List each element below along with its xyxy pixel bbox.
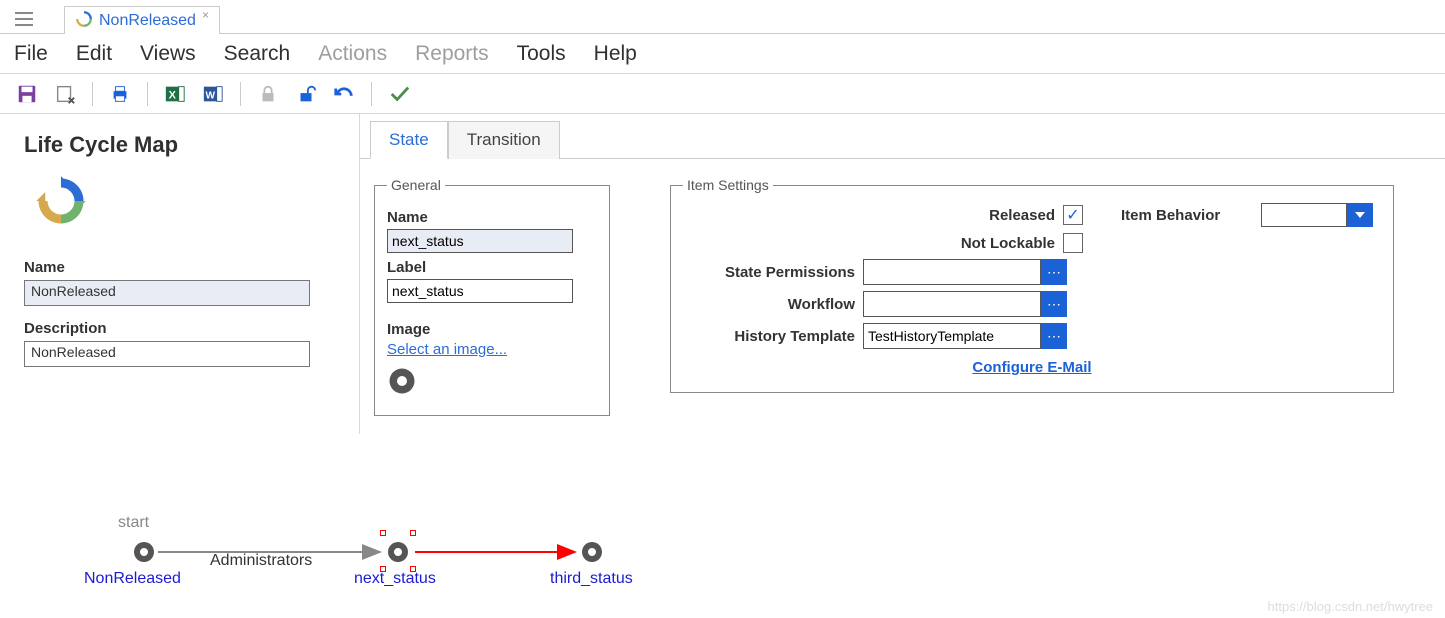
- menu-views[interactable]: Views: [140, 42, 196, 66]
- description-label: Description: [24, 320, 335, 337]
- menu-toggle-icon[interactable]: [8, 5, 40, 33]
- save-icon[interactable]: [14, 81, 40, 107]
- page-title: Life Cycle Map: [24, 132, 335, 158]
- state-label-label: Label: [387, 259, 597, 276]
- tab-title: NonReleased: [99, 12, 196, 30]
- left-panel: Life Cycle Map Name NonReleased Descript…: [0, 114, 360, 434]
- document-tab[interactable]: NonReleased ×: [64, 6, 220, 34]
- edge-label: Administrators: [210, 552, 312, 570]
- node-nonreleased-label: NonReleased: [84, 570, 181, 588]
- history-template-input[interactable]: [863, 323, 1041, 349]
- workflow-lookup-button[interactable]: ⋯: [1041, 291, 1067, 317]
- item-behavior-label: Item Behavior: [1121, 207, 1261, 224]
- node-third-status-label: third_status: [550, 570, 633, 588]
- workflow-label: Workflow: [683, 296, 863, 313]
- unlock-icon[interactable]: [293, 81, 319, 107]
- tab-transition[interactable]: Transition: [448, 121, 560, 159]
- word-icon[interactable]: W: [200, 81, 226, 107]
- lifecycle-icon: [34, 174, 335, 231]
- menu-file[interactable]: File: [14, 42, 48, 66]
- state-name-label: Name: [387, 209, 597, 226]
- menu-search[interactable]: Search: [224, 42, 291, 66]
- node-next-status[interactable]: [386, 540, 410, 567]
- start-label: start: [118, 514, 149, 532]
- node-next-status-label: next_status: [354, 570, 436, 588]
- menu-tools[interactable]: Tools: [517, 42, 566, 66]
- selection-handle[interactable]: [410, 530, 416, 536]
- selection-handle[interactable]: [380, 530, 386, 536]
- menu-reports: Reports: [415, 42, 489, 66]
- not-lockable-label: Not Lockable: [863, 235, 1063, 252]
- not-lockable-checkbox[interactable]: [1063, 233, 1083, 253]
- undo-icon[interactable]: [331, 81, 357, 107]
- chevron-down-icon[interactable]: [1347, 203, 1373, 227]
- menubar: File Edit Views Search Actions Reports T…: [0, 34, 1445, 74]
- svg-text:W: W: [205, 90, 215, 101]
- separator: [371, 82, 372, 106]
- toolbar: X W: [0, 74, 1445, 114]
- cycle-icon: [75, 10, 93, 31]
- delete-icon[interactable]: [52, 81, 78, 107]
- history-template-lookup-button[interactable]: ⋯: [1041, 323, 1067, 349]
- print-icon[interactable]: [107, 81, 133, 107]
- item-settings-fieldset: Item Settings Released ✓ Item Behavior N…: [670, 177, 1394, 393]
- state-permissions-input[interactable]: [863, 259, 1041, 285]
- menu-help[interactable]: Help: [594, 42, 637, 66]
- history-template-label: History Template: [683, 328, 863, 345]
- released-checkbox[interactable]: ✓: [1063, 205, 1083, 225]
- state-permissions-label: State Permissions: [683, 264, 863, 281]
- workflow-input[interactable]: [863, 291, 1041, 317]
- general-fieldset: General Name Label Image Select an image…: [374, 177, 610, 416]
- separator: [92, 82, 93, 106]
- state-image-icon: [387, 366, 597, 399]
- excel-icon[interactable]: X: [162, 81, 188, 107]
- check-icon[interactable]: [386, 81, 412, 107]
- released-label: Released: [863, 207, 1063, 224]
- item-settings-legend: Item Settings: [683, 177, 773, 193]
- lock-icon: [255, 81, 281, 107]
- item-behavior-dropdown[interactable]: [1261, 203, 1381, 227]
- node-third-status[interactable]: [580, 540, 604, 567]
- close-icon[interactable]: ×: [202, 8, 209, 22]
- name-field[interactable]: NonReleased: [24, 280, 310, 306]
- lifecycle-diagram[interactable]: start NonReleased Administrators next_st…: [80, 500, 780, 600]
- state-permissions-lookup-button[interactable]: ⋯: [1041, 259, 1067, 285]
- select-image-link[interactable]: Select an image...: [387, 341, 507, 358]
- name-label: Name: [24, 259, 335, 276]
- state-label-input[interactable]: [387, 279, 573, 303]
- description-field[interactable]: NonReleased: [24, 341, 310, 367]
- image-label: Image: [387, 321, 597, 338]
- configure-email-link[interactable]: Configure E-Mail: [972, 359, 1091, 376]
- separator: [240, 82, 241, 106]
- menu-edit[interactable]: Edit: [76, 42, 112, 66]
- state-name-input[interactable]: [387, 229, 573, 253]
- separator: [147, 82, 148, 106]
- general-legend: General: [387, 177, 445, 193]
- node-nonreleased[interactable]: [132, 540, 156, 567]
- menu-actions: Actions: [318, 42, 387, 66]
- tab-state[interactable]: State: [370, 121, 448, 159]
- right-panel: State Transition General Name Label Imag…: [360, 114, 1445, 434]
- svg-text:X: X: [169, 89, 177, 101]
- watermark: https://blog.csdn.net/hwytree: [1268, 599, 1433, 614]
